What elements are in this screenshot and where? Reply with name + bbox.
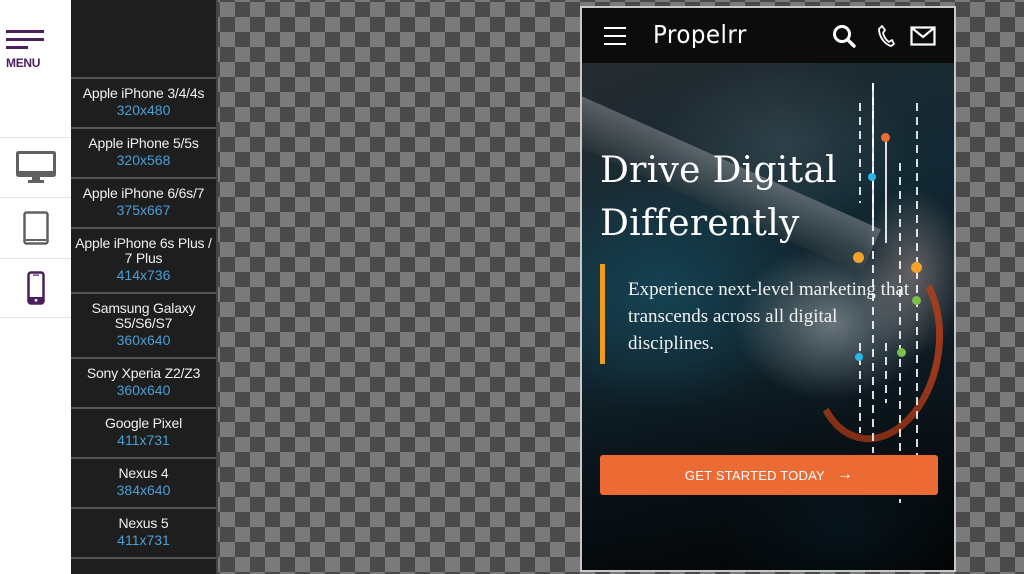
device-name: Nexus 5 bbox=[118, 515, 169, 531]
device-name: Sony Xperia Z2/Z3 bbox=[86, 365, 201, 381]
device-size: 411x731 bbox=[117, 532, 170, 548]
device-name: Nexus 4 bbox=[118, 465, 169, 481]
device-item[interactable]: Apple iPhone 6s Plus / 7 Plus 414x736 bbox=[71, 229, 216, 294]
deco-line bbox=[885, 133, 887, 243]
hamburger-icon bbox=[6, 30, 44, 54]
hero-headline: Drive Digital Differently bbox=[600, 144, 837, 250]
device-name: Apple iPhone 5/5s bbox=[88, 135, 199, 151]
deco-dot bbox=[868, 173, 876, 181]
device-name: Apple iPhone 6s Plus / 7 Plus bbox=[75, 235, 212, 266]
site-header: Propelrr bbox=[582, 8, 954, 63]
device-size: 411x731 bbox=[117, 432, 170, 448]
headline-line-1: Drive Digital bbox=[600, 150, 837, 191]
hero-subheading: Experience next-level marketing that tra… bbox=[628, 279, 910, 354]
view-desktop-button[interactable] bbox=[0, 137, 71, 197]
menu-button[interactable]: MENU bbox=[0, 30, 71, 90]
device-name: Apple iPhone 3/4/4s bbox=[82, 85, 205, 101]
device-size: 375x667 bbox=[116, 202, 171, 218]
cta-label: GET STARTED TODAY bbox=[684, 467, 825, 483]
phone-icon[interactable] bbox=[877, 24, 895, 48]
device-item[interactable]: Sony Xperia Z2/Z3 360x640 bbox=[71, 359, 216, 409]
get-started-button[interactable]: GET STARTED TODAY → bbox=[600, 455, 938, 495]
device-size: 320x568 bbox=[116, 152, 171, 168]
deco-line bbox=[859, 103, 861, 203]
search-icon[interactable] bbox=[832, 24, 856, 48]
tablet-icon bbox=[22, 210, 49, 245]
menu-label: MENU bbox=[6, 56, 41, 70]
view-tablet-button[interactable] bbox=[0, 197, 71, 257]
desktop-icon bbox=[15, 150, 56, 183]
site-logo[interactable]: Propelrr bbox=[653, 20, 747, 49]
view-mobile-button[interactable] bbox=[0, 258, 71, 318]
deco-dot bbox=[881, 133, 890, 142]
device-size: 414x736 bbox=[116, 267, 171, 283]
deco-dot bbox=[853, 252, 864, 263]
mail-icon[interactable] bbox=[910, 26, 936, 46]
deco-line bbox=[872, 83, 874, 223]
device-name: Samsung Galaxy S5/S6/S7 bbox=[91, 300, 196, 331]
view-rail: MENU bbox=[0, 0, 71, 574]
device-list-header bbox=[71, 0, 216, 79]
device-item[interactable]: Apple iPhone 5/5s 320x568 bbox=[71, 129, 216, 179]
hero-subheading-block: Experience next-level marketing that tra… bbox=[600, 264, 918, 364]
menu-icon[interactable] bbox=[604, 27, 626, 51]
device-item[interactable]: Nexus 5 411x731 bbox=[71, 509, 216, 559]
arrow-right-icon: → bbox=[836, 466, 854, 483]
device-size: 320x480 bbox=[116, 102, 171, 118]
device-item[interactable]: Apple iPhone 3/4/4s 320x480 bbox=[71, 79, 216, 129]
device-name: Google Pixel bbox=[105, 415, 182, 431]
device-size: 384x640 bbox=[116, 482, 171, 498]
device-item[interactable]: Apple iPhone 6/6s/7 375x667 bbox=[71, 179, 216, 229]
device-list: Apple iPhone 3/4/4s 320x480 Apple iPhone… bbox=[71, 0, 218, 574]
device-name: Apple iPhone 6/6s/7 bbox=[82, 185, 205, 201]
device-item[interactable]: Google Pixel 411x731 bbox=[71, 409, 216, 459]
mobile-preview-frame: Propelrr Drive Digital Differently Exper… bbox=[580, 6, 956, 572]
mobile-icon bbox=[26, 271, 45, 305]
device-size: 360x640 bbox=[116, 332, 171, 348]
device-item[interactable]: Samsung Galaxy S5/S6/S7 360x640 bbox=[71, 294, 216, 359]
headline-line-2: Differently bbox=[600, 203, 800, 244]
device-item[interactable]: Nexus 4 384x640 bbox=[71, 459, 216, 509]
device-size: 360x640 bbox=[116, 382, 171, 398]
